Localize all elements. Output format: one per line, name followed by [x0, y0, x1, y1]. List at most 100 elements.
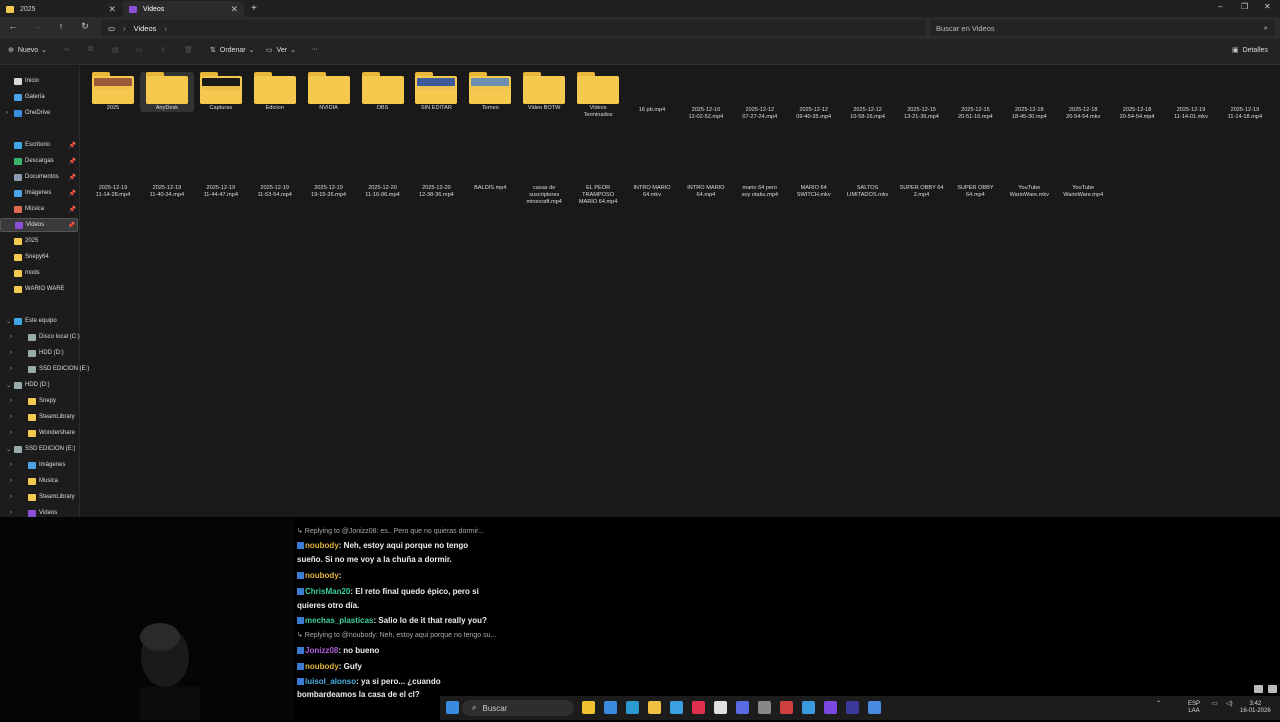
breadcrumb-chevron-icon[interactable]: › — [164, 24, 167, 33]
close-tab-icon[interactable]: ✕ — [108, 4, 116, 15]
video-file-item[interactable]: mario 64 pero soy otaku.mp4 — [733, 150, 787, 199]
expand-chevron-icon[interactable]: › — [10, 398, 12, 404]
taskbar-app-icon[interactable] — [802, 701, 815, 714]
sidebar-item-ssd-edicion-e[interactable]: ⌄ SSD EDICION (E:) — [0, 442, 78, 456]
tab-videos[interactable]: Videos ✕ — [123, 1, 244, 17]
video-file-item[interactable]: INTRO MARIO 64.mkv — [625, 150, 679, 199]
expand-chevron-icon[interactable]: › — [10, 350, 12, 356]
sidebar-item-escritorio[interactable]: Escritorio 📌 — [0, 138, 78, 152]
new-tab-button[interactable]: + — [251, 3, 257, 14]
chat-username[interactable]: mechas_plasticas — [305, 616, 374, 625]
video-file-item[interactable]: YouTube WarioWare.mkv — [1002, 150, 1056, 199]
network-icon[interactable]: ▭ — [1212, 701, 1218, 708]
video-file-item[interactable]: 2025-12-12 07-27-24.mp4 — [733, 72, 787, 121]
taskbar-app-icon[interactable] — [692, 701, 705, 714]
video-file-item[interactable]: SUPER OBBY 64.mp4 — [948, 150, 1002, 199]
sidebar-item-m-sica[interactable]: Música 📌 — [0, 202, 78, 216]
refresh-button[interactable]: ↻ — [78, 21, 92, 35]
video-file-item[interactable]: 2025-12-15 20-51-16.mp4 — [948, 72, 1002, 121]
expand-chevron-icon[interactable]: › — [10, 334, 12, 340]
expand-chevron-icon[interactable]: › — [10, 366, 12, 372]
delete-icon[interactable]: 🗑 — [184, 46, 193, 54]
sidebar-item-disco-local-c[interactable]: › Disco local (C:) — [0, 330, 80, 344]
details-button[interactable]: ▣ Detalles — [1232, 46, 1268, 55]
taskbar-app-icon[interactable] — [626, 701, 639, 714]
sidebar-item-wario-ware[interactable]: WARIO WARE — [0, 282, 78, 296]
expand-chevron-icon[interactable]: ⌄ — [6, 318, 11, 325]
chat-username[interactable]: noubody — [305, 662, 339, 671]
rename-icon[interactable]: ▭ — [136, 46, 143, 54]
video-file-item[interactable]: BALDIS.mp4 — [463, 150, 517, 192]
taskbar-app-icon[interactable] — [868, 701, 881, 714]
taskbar-app-icon[interactable] — [670, 701, 683, 714]
sidebar-item-descargas[interactable]: Descargas 📌 — [0, 154, 78, 168]
minimize-button[interactable]: – — [1218, 2, 1222, 11]
close-window-button[interactable]: ✕ — [1264, 2, 1271, 11]
taskbar-app-icon[interactable] — [736, 701, 749, 714]
expand-chevron-icon[interactable]: › — [10, 430, 12, 436]
address-bar[interactable]: ▭ › Videos › — [102, 20, 926, 36]
video-file-item[interactable]: EL PEOR TRAMPOSO MARIO 64.mp4 — [571, 150, 625, 206]
new-button[interactable]: ⊕ Nuevo ⌄ — [8, 46, 51, 55]
volume-icon[interactable]: ◁) — [1226, 701, 1233, 708]
sidebar-item-galer-a[interactable]: Galería — [0, 90, 78, 104]
up-button[interactable]: ↑ — [54, 21, 68, 35]
video-file-item[interactable]: 2025-12-19 11-40-34.mp4 — [140, 150, 194, 199]
video-file-item[interactable]: 2025-12-19 11-53-54.mp4 — [248, 150, 302, 199]
sidebar-item-videos[interactable]: Videos 📌 — [0, 218, 78, 232]
view-button[interactable]: ▭ Ver ⌄ — [266, 46, 300, 55]
video-file-item[interactable]: 2025-12-20 12-38-36.mp4 — [409, 150, 463, 199]
video-file-item[interactable]: 2025-12-20 11-16-06.mp4 — [356, 150, 410, 199]
sidebar-item-2025[interactable]: 2025 — [0, 234, 78, 248]
folder-item[interactable]: Torneo — [463, 72, 517, 112]
video-file-item[interactable]: SUPER OBBY 64 2.mp4 — [895, 150, 949, 199]
chat-username[interactable]: Jonizz08 — [305, 646, 338, 655]
sidebar-item-onedrive[interactable]: › OneDrive — [0, 106, 78, 120]
sidebar-item-snepy[interactable]: › Snepy — [0, 394, 78, 408]
language-indicator[interactable]: ESP LAA — [1188, 701, 1200, 715]
video-file-item[interactable]: MARIO 64 SWITCH.mkv — [787, 150, 841, 199]
taskbar-app-icon[interactable] — [648, 701, 661, 714]
video-file-item[interactable]: 2025-12-15 13-21-36.mp4 — [895, 72, 949, 121]
folder-item[interactable]: NVIDIA — [302, 72, 356, 112]
folder-item[interactable]: SIN EDITAR — [409, 72, 463, 112]
folder-item[interactable]: Video BOTW — [517, 72, 571, 112]
sidebar-item-mods[interactable]: mods — [0, 266, 78, 280]
folder-item[interactable]: Videos Terminados — [571, 72, 625, 119]
popout-icon[interactable] — [1268, 685, 1277, 693]
start-icon[interactable] — [446, 701, 459, 714]
expand-chevron-icon[interactable]: › — [10, 414, 12, 420]
maximize-button[interactable]: ❐ — [1241, 2, 1248, 11]
share-icon[interactable]: ⇪ — [160, 46, 166, 54]
sidebar-item-wondershare[interactable]: › Wondershare — [0, 426, 78, 440]
back-button[interactable]: ← — [6, 21, 20, 35]
sidebar-item-steamlibrary[interactable]: › SteamLibrary — [0, 410, 78, 424]
close-tab-icon[interactable]: ✕ — [230, 4, 238, 15]
folder-item[interactable]: Edicion — [248, 72, 302, 112]
video-file-item[interactable]: SALTOS LIMITADOS.mkv — [841, 150, 895, 199]
taskbar-app-icon[interactable] — [824, 701, 837, 714]
settings-icon[interactable] — [1254, 685, 1263, 693]
chat-username[interactable]: ChrisMan20 — [305, 587, 350, 596]
clock[interactable]: 3:42 16-01-2026 — [1240, 701, 1271, 715]
expand-chevron-icon[interactable]: › — [10, 462, 12, 468]
sidebar-item-im-genes[interactable]: › Imágenes — [0, 458, 78, 472]
video-file-item[interactable]: INTRO MARIO 64.mp4 — [679, 150, 733, 199]
search-input[interactable]: Buscar en Videos ⌕ — [930, 20, 1274, 36]
paste-icon[interactable]: ▤ — [112, 46, 119, 54]
video-file-item[interactable]: casas de suscriptores minecraft.mp4 — [517, 150, 571, 206]
sidebar-item-steamlibrary[interactable]: › SteamLibrary — [0, 490, 78, 504]
expand-chevron-icon[interactable]: › — [6, 110, 8, 116]
video-file-item[interactable]: 16 pb.mp4 — [625, 72, 679, 114]
expand-chevron-icon[interactable]: ⌄ — [6, 446, 11, 453]
folder-item[interactable]: OBS — [356, 72, 410, 112]
taskbar-app-icon[interactable] — [714, 701, 727, 714]
taskbar-app-icon[interactable] — [780, 701, 793, 714]
video-file-item[interactable]: 2025-12-18 20-54-54.mp4 — [1110, 72, 1164, 121]
expand-chevron-icon[interactable]: › — [10, 494, 12, 500]
video-file-item[interactable]: YouTube WarioWare.mp4 — [1056, 150, 1110, 199]
expand-chevron-icon[interactable]: ⌄ — [6, 382, 11, 389]
sidebar-item-im-genes[interactable]: Imágenes 📌 — [0, 186, 78, 200]
sidebar-item-musica[interactable]: › Musica — [0, 474, 78, 488]
video-file-item[interactable]: 2025-12-18 20-54-54.mkv — [1056, 72, 1110, 121]
